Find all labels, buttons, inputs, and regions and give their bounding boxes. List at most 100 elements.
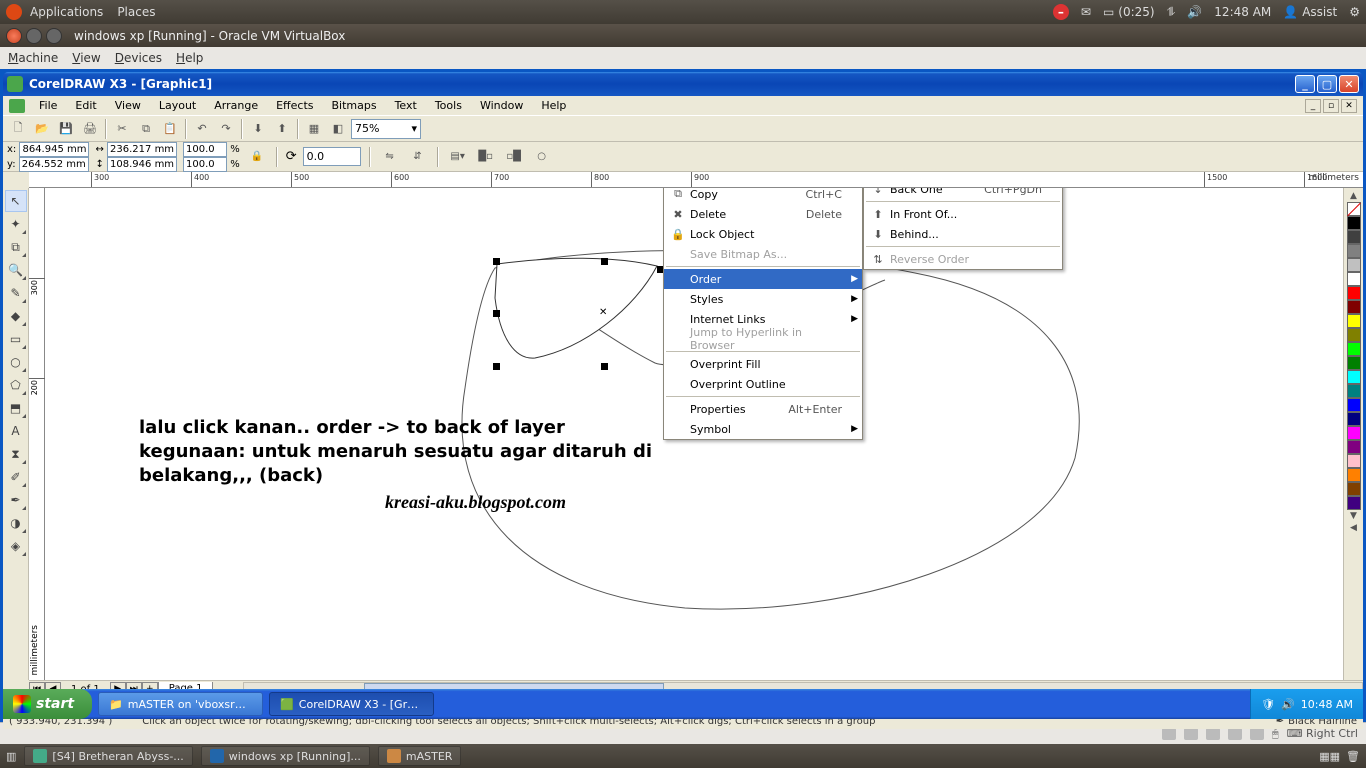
color-swatch[interactable] [1347,328,1361,342]
menu-window[interactable]: Window [472,97,531,114]
palette-up-button[interactable]: ▲ [1349,190,1358,202]
clock[interactable]: 12:48 AM [1214,5,1271,19]
basic-shapes-tool[interactable]: ⬒ [5,397,27,419]
wrap-text-button[interactable]: ▤▾ [447,146,469,168]
color-swatch[interactable] [1347,258,1361,272]
corel-close-button[interactable]: ✕ [1339,75,1359,93]
interactive-blend-tool[interactable]: ⧗ [5,443,27,465]
color-swatch[interactable] [1347,356,1361,370]
ctx-styles[interactable]: Styles▶ [664,289,862,309]
outline-tool[interactable]: ✒ [5,489,27,511]
vbox-cd-led-icon[interactable] [1184,728,1198,740]
color-swatch[interactable] [1347,426,1361,440]
mail-icon[interactable]: ✉ [1081,5,1091,19]
to-front-button[interactable]: █▫ [475,146,497,168]
color-swatch[interactable] [1347,230,1361,244]
color-swatch[interactable] [1347,300,1361,314]
selection-handle[interactable] [601,258,608,265]
swatch-none[interactable] [1347,202,1361,216]
doc-close-button[interactable]: ✕ [1341,99,1357,113]
vbox-menu-machine[interactable]: MMachineachine [8,51,58,65]
shape-tool[interactable]: ✦ [5,213,27,235]
mirror-v-button[interactable]: ⇵ [407,146,429,168]
tray-icon[interactable]: 🛡 [1261,698,1275,711]
lock-ratio-button[interactable]: 🔒 [246,146,268,168]
ctx-copy[interactable]: ⧉CopyCtrl+C [664,188,862,204]
color-swatch[interactable] [1347,440,1361,454]
corel-titlebar[interactable]: CorelDRAW X3 - [Graphic1] _ ▢ ✕ [3,72,1363,96]
order-back-one[interactable]: ↧Back OneCtrl+PgDn [864,188,1062,199]
workspace-switcher[interactable]: ▦▦ [1319,750,1340,763]
vbox-usb-led-icon[interactable] [1228,728,1242,740]
undo-button[interactable]: ↶ [191,118,213,140]
tray-clock[interactable]: 10:48 AM [1301,698,1353,711]
print-button[interactable]: 🖨 [79,118,101,140]
crop-tool[interactable]: ⧉ [5,236,27,258]
import-button[interactable]: ⬇ [247,118,269,140]
color-swatch[interactable] [1347,384,1361,398]
object-y-input[interactable] [19,157,89,172]
color-swatch[interactable] [1347,482,1361,496]
interactive-fill-tool[interactable]: ◈ [5,535,27,557]
polygon-tool[interactable]: ⬠ [5,374,27,396]
redo-button[interactable]: ↷ [215,118,237,140]
color-swatch[interactable] [1347,370,1361,384]
selection-handle[interactable] [493,310,500,317]
smart-fill-tool[interactable]: ◆ [5,305,27,327]
power-icon[interactable]: ⚙ [1349,5,1360,19]
menu-text[interactable]: Text [387,97,425,114]
taskbar-item-corel[interactable]: 🟩CorelDRAW X3 - [Gra... [269,692,434,716]
color-swatch[interactable] [1347,244,1361,258]
vbox-titlebar[interactable]: windows xp [Running] - Oracle VM Virtual… [0,24,1366,47]
open-button[interactable]: 📂 [31,118,53,140]
user-menu[interactable]: 👤 Assist [1283,5,1337,19]
to-back-button[interactable]: ▫█ [503,146,525,168]
battery-indicator[interactable]: ▭ (0:25) [1103,5,1155,19]
panel-task-chrome[interactable]: [S4] Bretheran Abyss-... [24,746,192,766]
copy-button[interactable]: ⧉ [135,118,157,140]
doc-restore-button[interactable]: ▫ [1323,99,1339,113]
save-button[interactable]: 💾 [55,118,77,140]
object-width-input[interactable] [107,142,177,157]
drawing-canvas[interactable]: ✕ lalu click kanan.. order -> to back of… [45,188,1343,680]
menu-view[interactable]: View [107,97,149,114]
ctx-overprint-fill[interactable]: Overprint Fill [664,354,862,374]
ctx-lock-object[interactable]: 🔒Lock Object [664,224,862,244]
selection-handle[interactable] [493,363,500,370]
applications-menu[interactable]: Applications [30,5,103,19]
places-menu[interactable]: Places [117,5,155,19]
vbox-menu-devices[interactable]: Devices [115,51,162,65]
show-desktop-button[interactable]: ▥ [6,750,16,763]
text-tool[interactable]: A [5,420,27,442]
vbox-menu-help[interactable]: Help [176,51,203,65]
menu-file[interactable]: File [31,97,65,114]
ctx-properties[interactable]: PropertiesAlt+Enter [664,399,862,419]
corel-doc-icon[interactable] [9,99,25,113]
cut-button[interactable]: ✂ [111,118,133,140]
ctx-delete[interactable]: ✖DeleteDelete [664,204,862,224]
zoom-tool[interactable]: 🔍 [5,259,27,281]
menu-edit[interactable]: Edit [67,97,104,114]
start-button[interactable]: start [3,689,92,719]
color-swatch[interactable] [1347,454,1361,468]
trash-icon[interactable]: 🗑 [1346,750,1360,763]
zoom-combo[interactable]: 75% ▾ [351,119,421,139]
vbox-close-button[interactable] [6,28,22,44]
order-behind[interactable]: ⬇Behind... [864,224,1062,244]
object-height-input[interactable] [107,157,177,172]
vbox-maximize-button[interactable] [46,28,62,44]
rotation-input[interactable] [303,147,361,166]
pick-tool[interactable]: ↖ [5,190,27,212]
ubuntu-logo-icon[interactable] [6,4,22,20]
ellipse-tool[interactable]: ○ [5,351,27,373]
scale-y-input[interactable] [183,157,227,172]
menu-help[interactable]: Help [533,97,574,114]
rectangle-tool[interactable]: ▭ [5,328,27,350]
palette-flyout-button[interactable]: ◀ [1349,522,1358,534]
menu-bitmaps[interactable]: Bitmaps [323,97,384,114]
menu-layout[interactable]: Layout [151,97,204,114]
fill-tool[interactable]: ◑ [5,512,27,534]
color-swatch[interactable] [1347,314,1361,328]
mirror-h-button[interactable]: ⇋ [379,146,401,168]
corel-minimize-button[interactable]: _ [1295,75,1315,93]
